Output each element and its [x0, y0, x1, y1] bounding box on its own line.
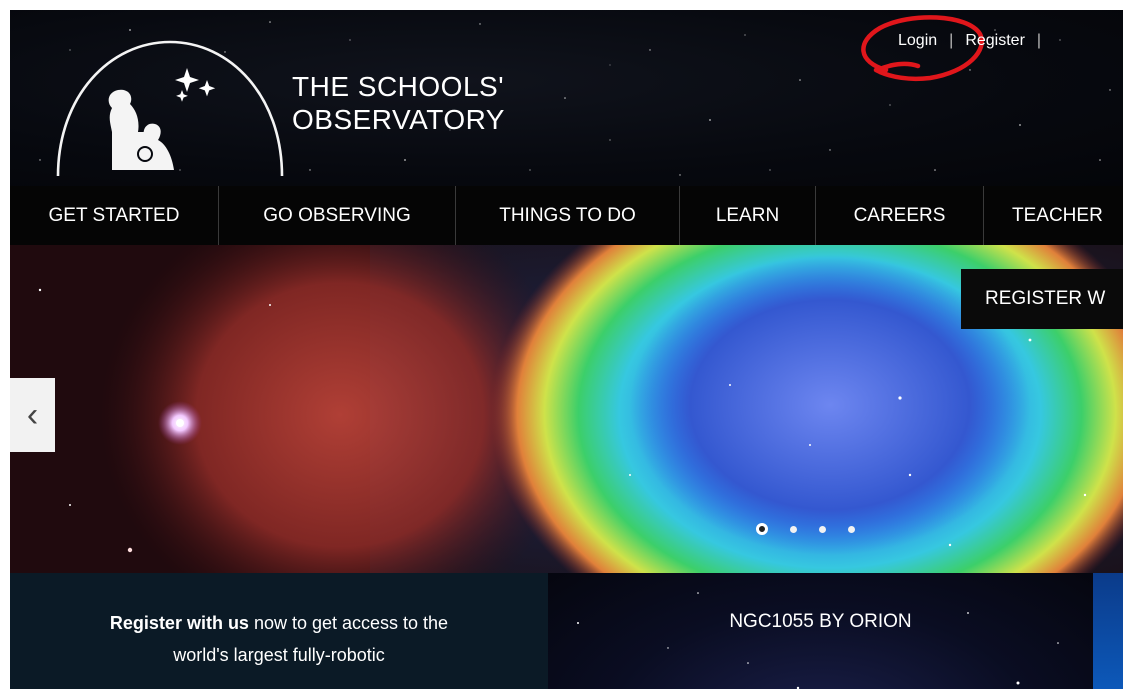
- register-promo-bold[interactable]: Register with us: [110, 613, 249, 633]
- carousel-prev-button[interactable]: ‹: [10, 378, 55, 452]
- carousel-pagination: [756, 523, 855, 535]
- hero-carousel[interactable]: REGISTER W ‹: [10, 245, 1123, 573]
- carousel-dot[interactable]: [756, 523, 768, 535]
- register-link[interactable]: Register: [965, 32, 1025, 50]
- chevron-left-icon: ‹: [26, 395, 39, 434]
- nav-item-things-to-do[interactable]: THINGS TO DO: [456, 186, 680, 245]
- carousel-dot[interactable]: [819, 525, 826, 533]
- nav-item-learn[interactable]: LEARN: [680, 186, 816, 245]
- carousel-dot[interactable]: [790, 525, 797, 533]
- link-separator: |: [949, 32, 954, 49]
- nav-item-careers[interactable]: CAREERS: [816, 186, 984, 245]
- featured-image-panel[interactable]: NGC1055 BY ORION: [548, 573, 1093, 689]
- site-header: THE SCHOOLS' OBSERVATORY Login | Registe…: [10, 10, 1123, 186]
- link-separator: |: [1036, 32, 1042, 49]
- login-highlight-annotation: [861, 15, 984, 81]
- nav-item-go-observing[interactable]: GO OBSERVING: [219, 186, 456, 245]
- site-title-line1: THE SCHOOLS': [292, 71, 505, 102]
- register-promo-body: now to get access to the: [248, 613, 449, 633]
- observatory-logo-icon[interactable]: [50, 36, 290, 186]
- featured-title[interactable]: NGC1055 BY ORION: [548, 611, 1093, 633]
- account-links: Login | Register |: [898, 32, 1053, 50]
- next-panel-partial[interactable]: [1093, 573, 1123, 689]
- helix-nebula-image: [10, 245, 1123, 573]
- register-promo-panel: Register with us now to get access to th…: [10, 573, 548, 689]
- register-banner-button[interactable]: REGISTER W: [961, 269, 1123, 329]
- browser-viewport: THE SCHOOLS' OBSERVATORY Login | Registe…: [10, 10, 1123, 689]
- carousel-dot[interactable]: [848, 525, 855, 533]
- register-promo-text: Register with us now to get access to th…: [30, 607, 528, 671]
- site-title-line2: OBSERVATORY: [292, 104, 505, 135]
- login-link[interactable]: Login: [898, 32, 937, 50]
- nav-item-teacher[interactable]: TEACHER: [984, 186, 1123, 245]
- nav-item-get-started[interactable]: GET STARTED: [10, 186, 219, 245]
- register-promo-body-line2: world's largest fully-robotic: [173, 645, 385, 665]
- site-title[interactable]: THE SCHOOLS' OBSERVATORY: [292, 70, 505, 136]
- main-navigation: GET STARTED GO OBSERVING THINGS TO DO LE…: [10, 186, 1123, 246]
